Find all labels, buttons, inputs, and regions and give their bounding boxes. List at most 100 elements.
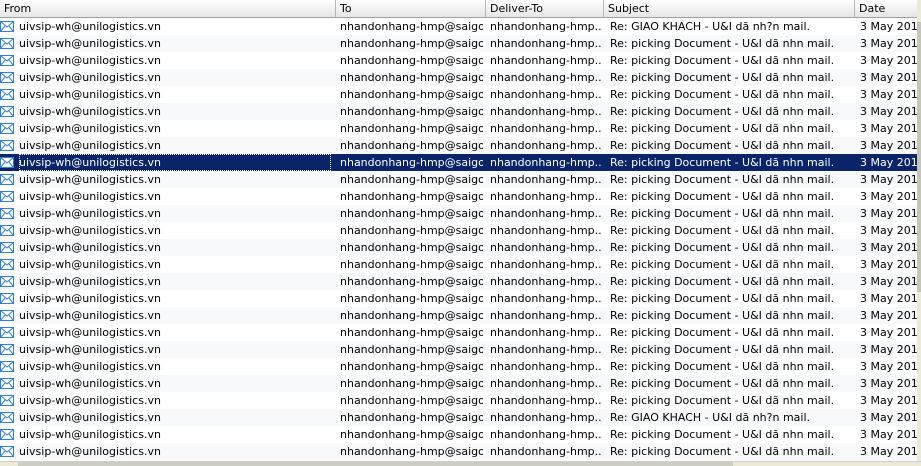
- cell-date: 3 May 2018: [860, 292, 917, 305]
- message-row[interactable]: uivsip-wh@unilogistics.vn nhandonhang-hmp…: [0, 86, 917, 103]
- message-row[interactable]: uivsip-wh@unilogistics.vn nhandonhang-hmp…: [0, 341, 917, 358]
- mail-envelope-icon: [0, 377, 14, 389]
- cell-from: uivsip-wh@unilogistics.vn: [19, 394, 161, 407]
- cell-subject: Re: picking Document - U&I dã nhn mail.: [610, 428, 835, 441]
- message-row[interactable]: uivsip-wh@unilogistics.vn nhandonhang-hmp…: [0, 103, 917, 120]
- message-row[interactable]: uivsip-wh@unilogistics.vn nhandonhang-hmp…: [0, 137, 917, 154]
- cell-subject: Re: GIAO KHACH - U&I dã nh?n mail.: [610, 411, 811, 424]
- message-row[interactable]: uivsip-wh@unilogistics.vn nhandonhang-hmp…: [0, 188, 917, 205]
- cell-to: nhandonhang-hmp@saigo...: [340, 394, 483, 407]
- message-row[interactable]: uivsip-wh@unilogistics.vn nhandonhang-hmp…: [0, 375, 917, 392]
- mail-envelope-icon: [0, 122, 14, 134]
- message-row-selected[interactable]: uivsip-wh@unilogistics.vn nhandonhang-hmp…: [0, 154, 917, 171]
- cell-subject: Re: picking Document - U&I dã nhn mail.: [610, 343, 835, 356]
- cell-date: 3 May 2018: [860, 428, 917, 441]
- cell-deliver-to: nhandonhang-hmp...: [490, 105, 602, 118]
- message-row[interactable]: uivsip-wh@unilogistics.vn nhandonhang-hmp…: [0, 358, 917, 375]
- cell-date: 3 May 2018: [860, 156, 917, 169]
- cell-deliver-to: nhandonhang-hmp...: [490, 20, 602, 33]
- cell-to: nhandonhang-hmp@saigo...: [340, 88, 483, 101]
- mail-envelope-icon: [0, 173, 14, 185]
- cell-from: uivsip-wh@unilogistics.vn: [19, 71, 161, 84]
- cell-date: 3 May 2018: [860, 411, 917, 424]
- mail-envelope-icon: [0, 241, 14, 253]
- cell-to: nhandonhang-hmp@saigo...: [340, 292, 483, 305]
- mail-envelope-icon: [0, 394, 14, 406]
- mail-envelope-icon: [0, 71, 14, 83]
- cell-deliver-to: nhandonhang-hmp...: [490, 360, 602, 373]
- vertical-scrollbar[interactable]: [917, 0, 921, 461]
- cell-deliver-to: nhandonhang-hmp...: [490, 71, 602, 84]
- cell-from: uivsip-wh@unilogistics.vn: [19, 88, 161, 101]
- cell-subject: Re: picking Document - U&I dã nhn mail.: [610, 122, 835, 135]
- cell-to: nhandonhang-hmp@saigo...: [340, 411, 483, 424]
- cell-from: uivsip-wh@unilogistics.vn: [19, 105, 161, 118]
- cell-deliver-to: nhandonhang-hmp...: [490, 445, 602, 458]
- message-row[interactable]: uivsip-wh@unilogistics.vn nhandonhang-hmp…: [0, 171, 917, 188]
- mail-envelope-icon: [0, 37, 14, 49]
- cell-subject: Re: picking Document - U&I dã nhn mail.: [610, 445, 835, 458]
- mail-envelope-icon: [0, 156, 14, 168]
- cell-deliver-to: nhandonhang-hmp...: [490, 190, 602, 203]
- cell-from: uivsip-wh@unilogistics.vn: [19, 292, 161, 305]
- message-row[interactable]: uivsip-wh@unilogistics.vn nhandonhang-hmp…: [0, 239, 917, 256]
- cell-subject: Re: picking Document - U&I dã nhn mail.: [610, 275, 835, 288]
- message-list[interactable]: From To Deliver-To Subject Date uivsip-w…: [0, 0, 917, 461]
- message-row[interactable]: uivsip-wh@unilogistics.vn nhandonhang-hmp…: [0, 392, 917, 409]
- cell-date: 3 May 2018: [860, 309, 917, 322]
- cell-from: uivsip-wh@unilogistics.vn: [19, 343, 161, 356]
- message-row[interactable]: uivsip-wh@unilogistics.vn nhandonhang-hmp…: [0, 120, 917, 137]
- cell-subject: Re: picking Document - U&I dã nhn mail.: [610, 241, 835, 254]
- cell-to: nhandonhang-hmp@saigo...: [340, 258, 483, 271]
- mail-envelope-icon: [0, 139, 14, 151]
- message-row[interactable]: uivsip-wh@unilogistics.vn nhandonhang-hmp…: [0, 443, 917, 460]
- message-row[interactable]: uivsip-wh@unilogistics.vn nhandonhang-hmp…: [0, 18, 917, 35]
- cell-to: nhandonhang-hmp@saigo...: [340, 20, 483, 33]
- cell-deliver-to: nhandonhang-hmp...: [490, 37, 602, 50]
- column-header-to[interactable]: To: [336, 0, 486, 17]
- column-header-date[interactable]: Date: [855, 0, 917, 17]
- cell-to: nhandonhang-hmp@saigo...: [340, 428, 483, 441]
- column-header-from[interactable]: From: [0, 0, 336, 17]
- cell-to: nhandonhang-hmp@saigo...: [340, 37, 483, 50]
- column-header-subject[interactable]: Subject: [604, 0, 855, 17]
- cell-subject: Re: picking Document - U&I dã nhn mail.: [610, 156, 835, 169]
- cell-to: nhandonhang-hmp@saigo...: [340, 275, 483, 288]
- cell-deliver-to: nhandonhang-hmp...: [490, 292, 602, 305]
- cell-to: nhandonhang-hmp@saigo...: [340, 139, 483, 152]
- cell-from: uivsip-wh@unilogistics.vn: [19, 360, 161, 373]
- mail-envelope-icon: [0, 88, 14, 100]
- message-row[interactable]: uivsip-wh@unilogistics.vn nhandonhang-hmp…: [0, 256, 917, 273]
- cell-deliver-to: nhandonhang-hmp...: [490, 377, 602, 390]
- cell-from: uivsip-wh@unilogistics.vn: [19, 122, 161, 135]
- mail-envelope-icon: [0, 411, 14, 423]
- mail-envelope-icon: [0, 275, 14, 287]
- cell-from: uivsip-wh@unilogistics.vn: [19, 377, 161, 390]
- horizontal-scrollbar-thumb[interactable]: [18, 462, 733, 466]
- message-row[interactable]: uivsip-wh@unilogistics.vn nhandonhang-hmp…: [0, 307, 917, 324]
- message-row[interactable]: uivsip-wh@unilogistics.vn nhandonhang-hmp…: [0, 35, 917, 52]
- cell-date: 3 May 2018: [860, 105, 917, 118]
- cell-to: nhandonhang-hmp@saigo...: [340, 105, 483, 118]
- message-row[interactable]: uivsip-wh@unilogistics.vn nhandonhang-hmp…: [0, 324, 917, 341]
- column-header-deliver-to[interactable]: Deliver-To: [486, 0, 604, 17]
- message-row[interactable]: uivsip-wh@unilogistics.vn nhandonhang-hmp…: [0, 205, 917, 222]
- cell-deliver-to: nhandonhang-hmp...: [490, 88, 602, 101]
- cell-subject: Re: picking Document - U&I dã nhn mail.: [610, 54, 835, 67]
- cell-deliver-to: nhandonhang-hmp...: [490, 241, 602, 254]
- message-row[interactable]: uivsip-wh@unilogistics.vn nhandonhang-hmp…: [0, 426, 917, 443]
- horizontal-scrollbar[interactable]: [0, 461, 921, 466]
- cell-date: 3 May 2018: [860, 258, 917, 271]
- cell-deliver-to: nhandonhang-hmp...: [490, 173, 602, 186]
- message-row[interactable]: uivsip-wh@unilogistics.vn nhandonhang-hmp…: [0, 273, 917, 290]
- message-row[interactable]: uivsip-wh@unilogistics.vn nhandonhang-hmp…: [0, 222, 917, 239]
- cell-subject: Re: picking Document - U&I dã nhn mail.: [610, 105, 835, 118]
- cell-from: uivsip-wh@unilogistics.vn: [19, 54, 161, 67]
- vertical-scrollbar-thumb[interactable]: [917, 22, 921, 292]
- message-row[interactable]: uivsip-wh@unilogistics.vn nhandonhang-hmp…: [0, 69, 917, 86]
- message-row[interactable]: uivsip-wh@unilogistics.vn nhandonhang-hmp…: [0, 290, 917, 307]
- cell-date: 3 May 2018: [860, 224, 917, 237]
- message-row[interactable]: uivsip-wh@unilogistics.vn nhandonhang-hmp…: [0, 52, 917, 69]
- message-row[interactable]: uivsip-wh@unilogistics.vn nhandonhang-hmp…: [0, 409, 917, 426]
- cell-date: 3 May 2018: [860, 343, 917, 356]
